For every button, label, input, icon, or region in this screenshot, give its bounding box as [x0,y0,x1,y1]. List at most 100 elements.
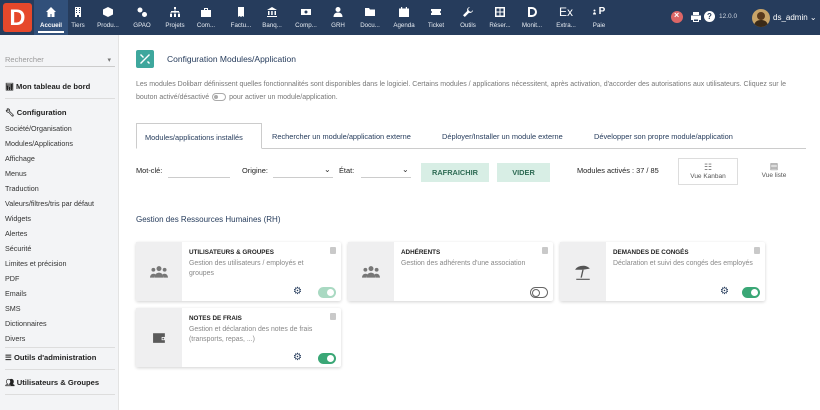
menu-accueil[interactable]: Accueil [34,0,68,35]
help-icon[interactable]: ? [704,11,715,22]
menu-label: Agenda [393,22,415,29]
module-toggle[interactable] [318,353,336,364]
grid-icon [490,5,510,19]
menu-label: Paie [592,22,606,29]
menu-tiers[interactable]: Tiers [68,0,88,35]
page-title: Configuration Modules/Application [167,54,296,64]
avatar[interactable] [752,9,770,27]
module-card-holidays: DEMANDES DE CONGÉS Déclaration et suivi … [560,242,765,301]
sidebar-item-pdf[interactable]: PDF [5,274,19,283]
origin-select[interactable] [273,177,333,178]
wrench-icon [458,5,478,19]
menu-facturation[interactable]: Factu... [231,0,251,35]
sidebar-item-societe[interactable]: Société/Organisation [5,124,72,133]
sidebar-item-admin-tools[interactable]: ☰ Outils d'administration [5,353,96,362]
folder-icon [360,5,380,19]
sidebar-item-divers[interactable]: Divers [5,334,25,343]
kanban-icon: ☷ [703,162,713,172]
monitor-d-icon [522,5,542,19]
sidebar-item-dashboard[interactable]: 📊︎ Mon tableau de bord [5,82,90,91]
module-title: ADHÉRENTS [401,249,441,256]
menu-gpao[interactable]: GPAO [132,0,152,35]
sidebar-item-alertes[interactable]: Alertes [5,229,27,238]
gear-icon[interactable]: ⚙ [293,286,302,297]
tab-installed[interactable]: Modules/applications installés [136,123,262,149]
user-tie-icon [328,5,348,19]
module-title: NOTES DE FRAIS [189,315,242,322]
menu-label: Banq... [262,22,282,29]
menu-label: GPAO [133,22,151,29]
sidebar-item-valeurs[interactable]: Valeurs/filtres/tris par défaut [5,199,94,208]
menu-projets[interactable]: Projets [165,0,185,35]
menu-agenda[interactable]: Agenda [393,0,415,35]
tab-develop[interactable]: Développer son propre module/application [594,123,733,149]
sidebar-item-affichage[interactable]: Affichage [5,154,35,163]
kanban-view-button[interactable]: ☷ Vue Kanban [678,158,738,185]
menu-comptabilite[interactable]: Comp... [295,0,317,35]
chevron-down-icon: ▾ [107,57,111,64]
menu-commercial[interactable]: Com... [196,0,216,35]
menu-documents[interactable]: Docu... [360,0,380,35]
tab-search-external[interactable]: Rechercher un module/application externe [272,123,411,149]
beach-icon [560,242,606,301]
menu-label: Com... [196,22,216,29]
module-toggle[interactable] [318,287,336,298]
gear-icon[interactable]: ⚙ [293,352,302,363]
module-description: Déclaration et suivi des congés des empl… [613,260,753,267]
menu-label: Monit... [521,22,543,29]
menu-paie[interactable]: P Paie [589,0,609,35]
module-toggle[interactable] [742,287,760,298]
menu-grh[interactable]: GRH [328,0,348,35]
sidebar-item-menus[interactable]: Menus [5,169,27,178]
user-menu[interactable]: ds_admin ⌄ [773,13,817,22]
menu-label: Comp... [295,22,317,29]
menu-label: Docu... [360,22,380,29]
keyword-input[interactable] [168,177,230,178]
tab-bar: Modules/applications installés Recherche… [136,123,806,149]
menu-monitoring[interactable]: Monit... [522,0,542,35]
list-view-button[interactable]: ▤ Vue liste [744,158,804,185]
menu-label: Factu... [230,22,252,29]
search-input[interactable]: Rechercher ▾ [5,51,115,67]
menu-ticket[interactable]: Ticket [426,0,446,35]
menu-reservation[interactable]: Réser... [489,0,511,35]
sidebar-item-emails[interactable]: Emails [5,289,27,298]
menu-label: GRH [331,22,345,29]
gear-icon[interactable]: ⚙ [720,286,729,297]
clear-button[interactable]: VIDER [497,163,550,182]
sidebar-item-traduction[interactable]: Traduction [5,184,39,193]
ex-icon: Ex [558,5,573,19]
module-toggle[interactable] [530,287,548,298]
menu-extra[interactable]: Ex Extra... [556,0,576,35]
sidebar-item-modules[interactable]: Modules/Applications [5,139,73,148]
close-icon[interactable]: × [671,10,683,23]
menu-label: Tiers [71,22,85,29]
sidebar-item-configuration[interactable]: 🔧︎ Configuration [5,108,67,117]
invoice-icon [231,5,251,19]
sidebar-item-widgets[interactable]: Widgets [5,214,31,223]
tab-deploy[interactable]: Déployer/Installer un module externe [442,123,563,149]
sidebar-item-users-groups[interactable]: 👥︎ Utilisateurs & Groupes [5,378,99,387]
info-icon[interactable] [542,247,548,254]
state-select[interactable] [361,177,411,178]
info-icon[interactable] [754,247,760,254]
menu-banque[interactable]: Banq... [262,0,282,35]
module-title: UTILISATEURS & GROUPES [189,249,274,256]
sidebar-item-sms[interactable]: SMS [5,304,21,313]
chevron-down-icon: ⌄ [324,165,331,174]
sidebar-item-dictionnaires[interactable]: Dictionnaires [5,319,47,328]
menu-produits[interactable]: Produ... [97,0,119,35]
info-icon[interactable] [330,313,336,320]
users-icon: 👥︎ [5,378,15,387]
cube-icon [98,5,118,19]
print-icon[interactable] [690,11,702,23]
suitcase-icon [196,5,216,19]
refresh-button[interactable]: RAFRAICHIR [421,163,489,182]
sidebar-item-limites[interactable]: Limites et précision [5,259,67,268]
menu-outils[interactable]: Outils [458,0,478,35]
chevron-down-icon: ⌄ [402,165,409,174]
menu-label: Projets [165,22,185,29]
divider [5,394,115,395]
sidebar-item-securite[interactable]: Sécurité [5,244,31,253]
info-icon[interactable] [330,247,336,254]
